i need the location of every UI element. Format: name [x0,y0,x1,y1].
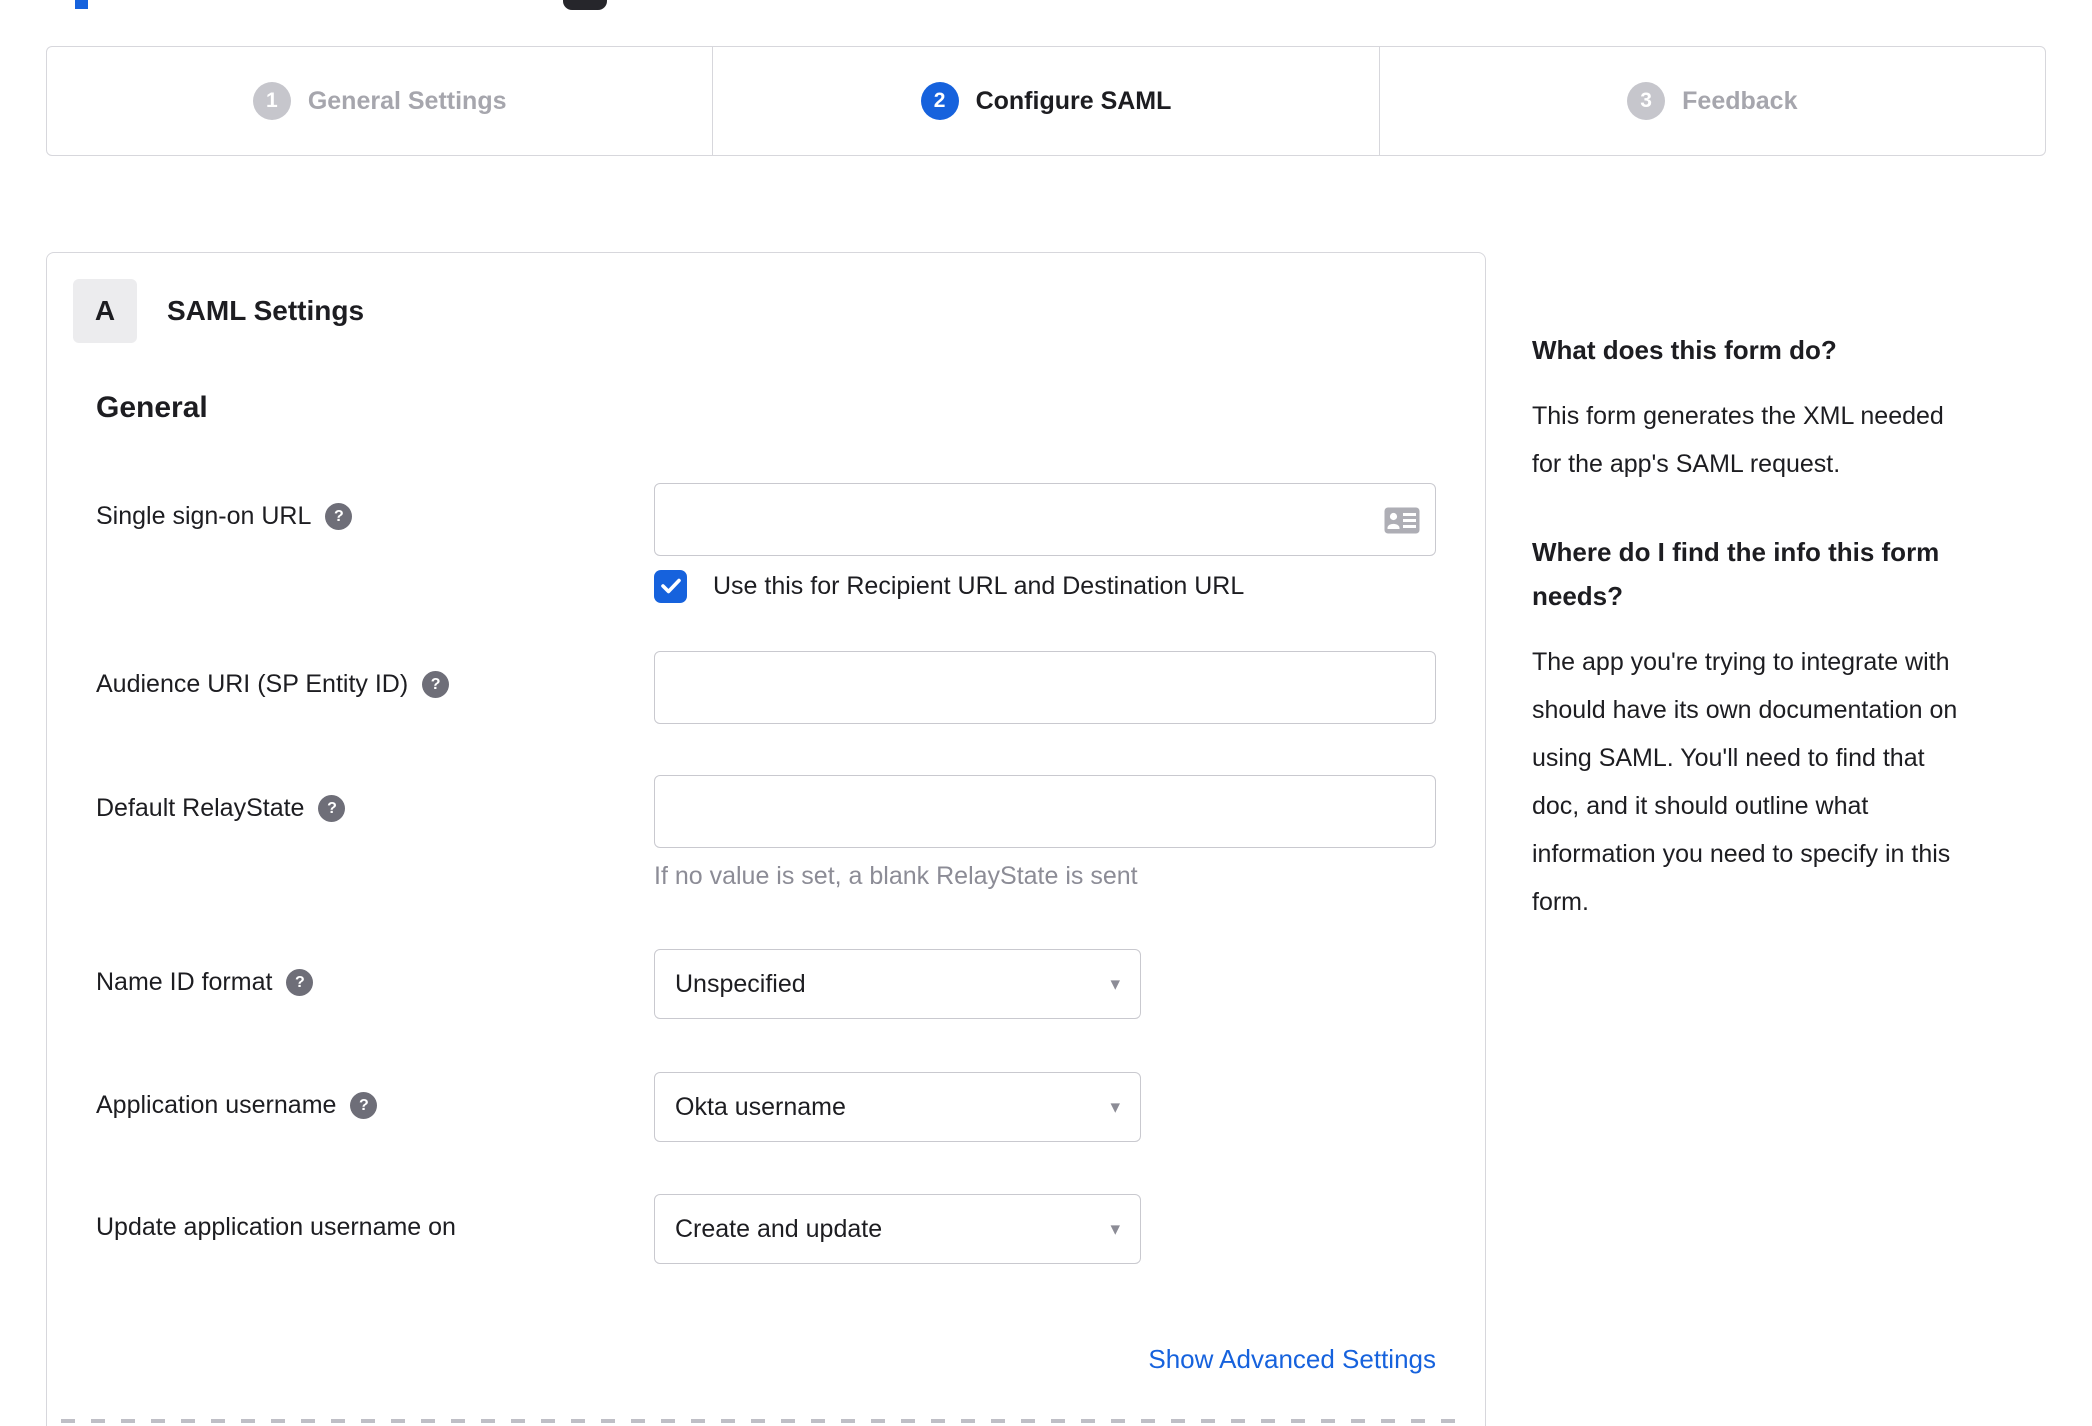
audience-uri-label: Audience URI (SP Entity ID) ? [96,651,654,724]
help-icon[interactable]: ? [422,671,450,698]
card-header: A SAML Settings [73,279,1485,343]
sso-url-control: Use this for Recipient URL and Destinati… [654,483,1436,603]
relay-state-input[interactable] [654,775,1436,848]
cutoff-header-dark-shape [563,0,607,10]
step-label: Configure SAML [975,86,1172,115]
chevron-down-icon: ▾ [1110,1096,1120,1118]
page: 1 General Settings 2 Configure SAML 3 Fe… [0,0,2092,1426]
selected-value: Unspecified [675,969,806,998]
audience-uri-control [654,651,1436,724]
recipient-url-checkbox[interactable] [654,569,687,603]
chevron-down-icon: ▾ [1110,973,1120,995]
sso-url-label: Single sign-on URL ? [96,483,654,603]
selected-value: Okta username [675,1092,846,1121]
step-label: Feedback [1682,86,1798,115]
recipient-url-checkbox-row: Use this for Recipient URL and Destinati… [654,569,1436,603]
step-number-badge: 1 [252,82,291,120]
step-label: General Settings [307,86,507,115]
relay-state-hint: If no value is set, a blank RelayState i… [654,862,1138,890]
selected-value: Create and update [675,1214,883,1243]
relay-state-row: Default RelayState ? If no value is set,… [96,775,1485,891]
sidebar-body-what: This form generates the XML needed for t… [1532,402,1944,478]
sidebar-body-where: The app you're trying to integrate with … [1532,648,1958,916]
update-username-control: Create and update ▾ [654,1194,1141,1264]
app-username-control: Okta username ▾ [654,1072,1141,1142]
sidebar-heading-where: Where do I find the info this form needs… [1532,537,1940,611]
relay-state-label: Default RelayState ? [96,775,654,891]
step-general-settings[interactable]: 1 General Settings [47,47,712,155]
update-username-row: Update application username on Create an… [96,1194,1485,1264]
name-id-format-select[interactable]: Unspecified ▾ [654,949,1141,1019]
help-icon[interactable]: ? [350,1092,378,1119]
step-configure-saml[interactable]: 2 Configure SAML [712,47,1378,155]
name-id-format-row: Name ID format ? Unspecified ▾ [96,949,1485,1019]
cutoff-header-blue-shape [75,0,88,9]
help-icon[interactable]: ? [318,795,346,822]
saml-form: Single sign-on URL ? Use this for Recipi… [96,483,1485,1375]
app-username-row: Application username ? Okta username ▾ [96,1072,1485,1142]
app-username-label: Application username ? [96,1072,654,1142]
update-username-label: Update application username on [96,1213,456,1241]
sidebar-heading-what: What does this form do? [1532,335,1837,365]
step-number-badge: 2 [920,82,959,120]
check-icon [660,578,681,594]
help-sidebar: What does this form do? This form genera… [1532,328,2037,968]
chevron-down-icon: ▾ [1110,1218,1120,1240]
recipient-url-checkbox-label[interactable]: Use this for Recipient URL and Destinati… [713,572,1244,601]
help-icon[interactable]: ? [325,503,353,530]
sso-url-input[interactable] [654,483,1436,556]
sso-url-row: Single sign-on URL ? Use this for Recipi… [96,483,1485,603]
name-id-format-label: Name ID format ? [96,949,654,1019]
update-username-select[interactable]: Create and update ▾ [654,1194,1141,1264]
dashed-section-divider [61,1419,1471,1423]
contact-card-icon [1384,507,1420,534]
help-icon[interactable]: ? [286,969,314,996]
audience-uri-input[interactable] [654,651,1436,724]
advanced-settings-row: Show Advanced Settings [96,1344,1436,1375]
audience-uri-row: Audience URI (SP Entity ID) ? [96,651,1485,724]
wizard-stepper: 1 General Settings 2 Configure SAML 3 Fe… [46,46,2046,156]
section-a-badge: A [73,279,137,343]
name-id-format-control: Unspecified ▾ [654,949,1141,1019]
card-title: SAML Settings [167,295,365,326]
step-feedback[interactable]: 3 Feedback [1378,47,2045,155]
saml-settings-card: A SAML Settings General Single sign-on U… [46,252,1486,1426]
general-section-heading: General [96,391,208,424]
show-advanced-settings-link[interactable]: Show Advanced Settings [1148,1344,1436,1374]
step-number-badge: 3 [1627,82,1666,120]
relay-state-control: If no value is set, a blank RelayState i… [654,775,1436,891]
app-username-select[interactable]: Okta username ▾ [654,1072,1141,1142]
